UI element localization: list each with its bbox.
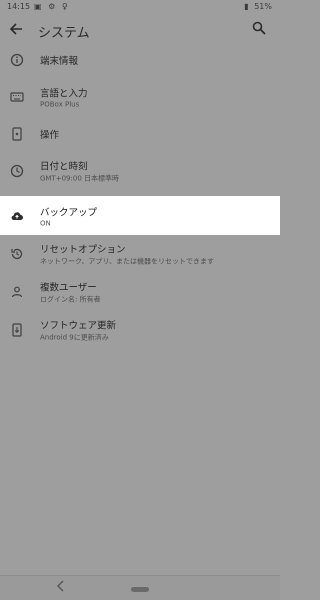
status-notification-icons: ▣ ⚙ ♀ (34, 2, 72, 11)
settings-item-summary: POBox Plus (40, 100, 80, 109)
gesture-icon (12, 127, 22, 141)
clock-icon (10, 164, 24, 178)
navigation-bar (0, 575, 280, 600)
settings-item-summary: Android 9に更新済み (40, 333, 109, 342)
cloud-upload-icon (11, 211, 23, 220)
keyboard-icon (10, 92, 24, 102)
person-icon (11, 286, 23, 298)
page-title: システム (38, 26, 90, 41)
arrow-left-icon (9, 23, 22, 35)
status-bar: 14:15 ▣ ⚙ ♀ ▮ 51% (0, 0, 280, 14)
settings-item-summary: ログイン名: 所有者 (40, 295, 101, 304)
chevron-left-icon (57, 580, 64, 592)
nav-back-button[interactable] (56, 580, 66, 595)
settings-item-date-time[interactable]: 日付と時刻 GMT+09:00 日本標準時 (0, 151, 280, 191)
app-bar: システム (0, 14, 280, 44)
settings-item-summary: ON (40, 219, 51, 227)
settings-item-summary: GMT+09:00 日本標準時 (40, 174, 120, 183)
settings-item-label: 複数ユーザー (40, 282, 97, 294)
settings-item-about[interactable]: 端末情報 (0, 43, 280, 77)
gear-notification-icon: ⚙ (48, 2, 56, 11)
battery-percent: 51% (254, 2, 272, 11)
settings-item-label: 言語と入力 (40, 88, 88, 100)
back-button[interactable] (6, 19, 26, 39)
settings-item-language-input[interactable]: 言語と入力 POBox Plus (0, 77, 280, 117)
settings-list: 端末情報 言語と入力 POBox Plus 操作 日付と時刻 GMT+09:00 (0, 43, 280, 349)
settings-item-reset-options[interactable]: リセットオプション ネットワーク、アプリ、または機器をリセットできます (0, 235, 280, 273)
status-time: 14:15 (7, 2, 31, 11)
settings-item-label: 操作 (40, 130, 60, 141)
settings-item-summary: ネットワーク、アプリ、または機器をリセットできます (40, 257, 214, 266)
reset-icon (11, 248, 23, 260)
settings-item-label: ソフトウェア更新 (40, 320, 117, 332)
battery-icon: ▮ (244, 2, 249, 11)
search-icon (252, 21, 266, 35)
nav-home-pill[interactable] (131, 587, 149, 592)
settings-item-label: バックアップ (40, 207, 98, 218)
system-update-icon (12, 323, 22, 337)
settings-item-label: 端末情報 (40, 56, 79, 67)
settings-item-gestures[interactable]: 操作 (0, 117, 280, 151)
settings-item-label: 日付と時刻 (40, 161, 88, 173)
search-button[interactable] (252, 20, 270, 38)
status-right: ▮ 51% (241, 2, 272, 11)
bulb-notification-icon: ♀ (61, 2, 68, 11)
settings-item-backup[interactable]: バックアップ ON (0, 196, 280, 235)
image-notification-icon: ▣ (34, 2, 42, 11)
settings-item-multiple-users[interactable]: 複数ユーザー ログイン名: 所有者 (0, 273, 280, 311)
settings-item-label: リセットオプション (40, 244, 126, 256)
settings-item-software-update[interactable]: ソフトウェア更新 Android 9に更新済み (0, 311, 280, 349)
info-icon (10, 53, 24, 67)
